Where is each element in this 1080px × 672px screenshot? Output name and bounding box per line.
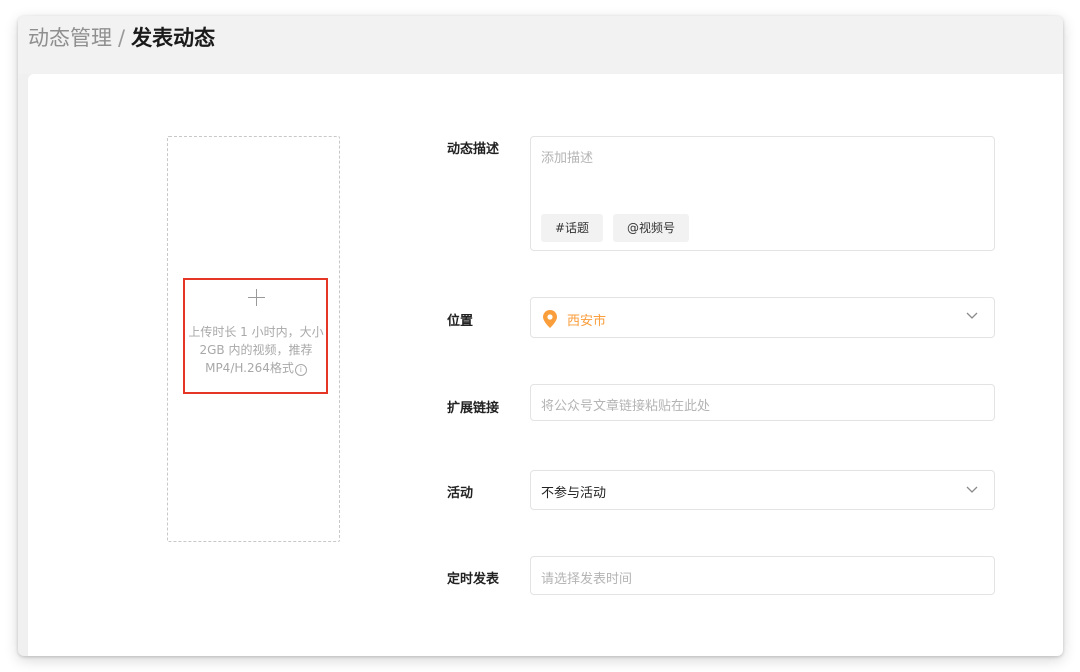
page-title: 发表动态: [131, 26, 216, 50]
upload-hint-highlight: 上传时长 1 小时内，大小 2GB 内的视频，推荐MP4/H.264格式 i: [183, 278, 328, 394]
upload-hint-text: 上传时长 1 小时内，大小 2GB 内的视频，推荐MP4/H.264格式 i: [188, 323, 324, 377]
app-window: 动态管理 / 发表动态 上传时长 1 小时内，大小 2GB 内的视频，推荐MP4/H…: [18, 16, 1063, 656]
breadcrumb: 动态管理 / 发表动态: [28, 24, 215, 52]
mention-channel-button[interactable]: @视频号: [613, 214, 690, 242]
info-icon[interactable]: i: [294, 364, 307, 376]
schedule-placeholder: 请选择发表时间: [541, 572, 633, 587]
activity-value: 不参与活动: [541, 486, 607, 501]
location-label: 位置: [447, 314, 474, 329]
topic-button[interactable]: #话题: [541, 214, 604, 242]
extended-link-placeholder: 将公众号文章链接粘贴在此处: [541, 399, 711, 414]
plus-icon: [248, 289, 265, 306]
schedule-time-picker[interactable]: 请选择发表时间: [530, 556, 995, 595]
breadcrumb-parent-link[interactable]: 动态管理: [28, 26, 112, 50]
description-textarea[interactable]: 添加描述 #话题 @视频号: [530, 136, 995, 251]
activity-select[interactable]: 不参与活动: [530, 470, 995, 510]
video-upload-area[interactable]: 上传时长 1 小时内，大小 2GB 内的视频，推荐MP4/H.264格式 i: [167, 136, 340, 542]
breadcrumb-separator: /: [118, 26, 126, 50]
chevron-down-icon: [966, 312, 978, 319]
activity-label: 活动: [447, 486, 474, 501]
description-label: 动态描述: [447, 142, 500, 157]
chevron-down-icon: [966, 486, 978, 493]
description-placeholder: 添加描述: [541, 151, 594, 166]
main-panel: 上传时长 1 小时内，大小 2GB 内的视频，推荐MP4/H.264格式 i 动态…: [28, 74, 1063, 656]
location-pin-icon: [543, 310, 557, 328]
location-select[interactable]: 西安市: [530, 297, 995, 338]
header-bar: 动态管理 / 发表动态: [18, 16, 1063, 74]
extended-link-label: 扩展链接: [447, 401, 500, 416]
schedule-label: 定时发表: [447, 572, 500, 587]
extended-link-input[interactable]: 将公众号文章链接粘贴在此处: [530, 384, 995, 421]
location-value: 西安市: [567, 314, 607, 329]
